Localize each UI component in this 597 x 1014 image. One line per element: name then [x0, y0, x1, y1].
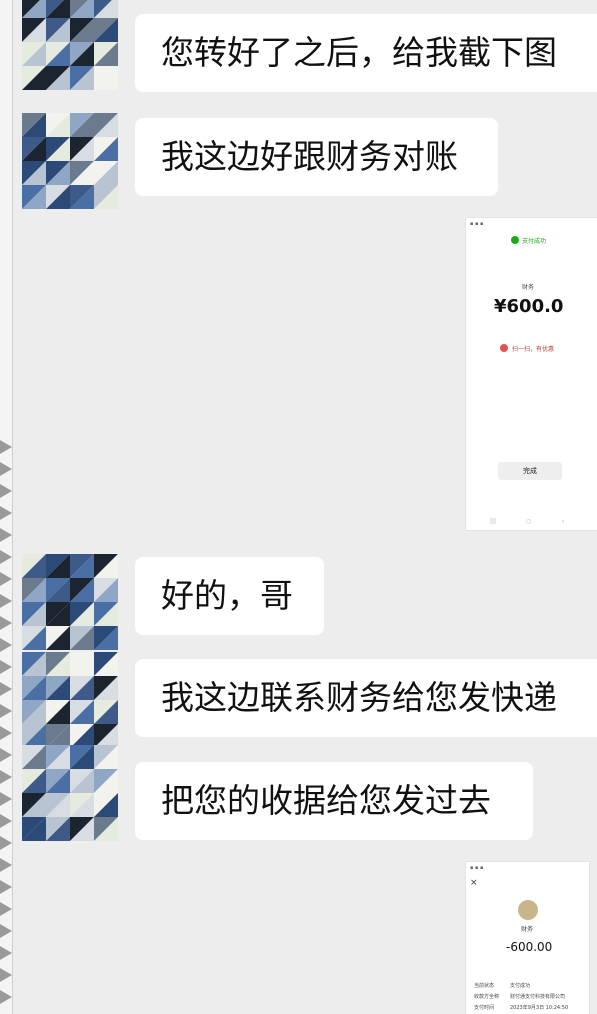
avatar[interactable]	[22, 554, 118, 650]
payee-name: 财务	[522, 284, 535, 291]
row-label: 支付时间	[474, 1005, 495, 1011]
row-label: 当前状态	[474, 983, 495, 989]
torn-edge-tooth	[0, 880, 12, 894]
torn-edge-tooth	[0, 792, 12, 806]
message-text: 我这边好跟财务对账	[161, 137, 458, 176]
mosaic-avatar-icon	[22, 652, 118, 748]
bill-amount: -600.00	[506, 940, 553, 954]
payee-name: 财务	[521, 926, 534, 933]
close-icon[interactable]: ×	[470, 878, 478, 888]
message-text: 我这边联系财务给您发快递	[161, 678, 557, 717]
torn-edge-tooth	[0, 462, 12, 476]
torn-edge-tooth	[0, 440, 12, 454]
message-text: 您转好了之后，给我截下图	[161, 33, 557, 72]
torn-edge-tooth	[0, 968, 12, 982]
check-circle-icon	[511, 236, 519, 244]
promo-text: 扫一扫，有优惠	[512, 346, 555, 353]
row-value: 财付通支付科技有限公司	[510, 994, 566, 1000]
row-label: 收款方全称	[474, 994, 500, 1000]
torn-edge-tooth	[0, 770, 12, 784]
torn-edge-tooth	[0, 704, 12, 718]
payment-status: 支付成功	[522, 238, 547, 245]
message-bubble[interactable]: 我这边联系财务给您发快递	[135, 659, 597, 737]
avatar[interactable]	[22, 113, 118, 209]
mosaic-avatar-icon	[22, 0, 118, 90]
torn-edge-tooth	[0, 726, 12, 740]
mosaic-avatar-icon	[22, 745, 118, 841]
row-value: 支付成功	[510, 983, 531, 989]
done-button[interactable]: 完成	[498, 462, 562, 480]
torn-edge-tooth	[0, 660, 12, 674]
torn-edge-tooth	[0, 748, 12, 762]
torn-edge-tooth	[0, 594, 12, 608]
avatar[interactable]	[22, 745, 118, 841]
torn-edge-tooth	[0, 528, 12, 542]
row-value: 2023年9月3日 10:24:50	[510, 1005, 569, 1011]
message-bubble[interactable]: 您转好了之后，给我截下图	[135, 14, 597, 92]
torn-edge-tooth	[0, 924, 12, 938]
payment-screenshot[interactable]: ▪ ▪ ▪ 支付成功 财务 ¥600.0 扫一扫，有优惠 完成 ||| ○ ‹	[466, 218, 597, 530]
torn-edge-tooth	[0, 682, 12, 696]
mosaic-avatar-icon	[22, 113, 118, 209]
torn-edge-tooth	[0, 638, 12, 652]
torn-edge-tooth	[0, 836, 12, 850]
message-bubble[interactable]: 我这边好跟财务对账	[135, 118, 498, 196]
torn-edge-tooth	[0, 902, 12, 916]
avatar[interactable]	[22, 652, 118, 748]
torn-edge-tooth	[0, 858, 12, 872]
torn-edge-tooth	[0, 814, 12, 828]
torn-edge-tooth	[0, 484, 12, 498]
message-bubble[interactable]: 把您的收据给您发过去	[135, 762, 533, 840]
torn-edge-tooth	[0, 572, 12, 586]
mosaic-avatar-icon	[22, 554, 118, 650]
avatar[interactable]	[22, 0, 118, 90]
torn-edge-tooth	[0, 946, 12, 960]
avatar	[518, 900, 538, 920]
payment-amount: ¥600.0	[494, 296, 564, 317]
promo-icon	[500, 344, 508, 352]
torn-edge-tooth	[0, 616, 12, 630]
torn-edge-tooth	[0, 550, 12, 564]
torn-edge-tooth	[0, 990, 12, 1004]
message-text: 好的，哥	[161, 576, 293, 615]
message-text: 把您的收据给您发过去	[161, 781, 491, 820]
torn-edge-tooth	[0, 506, 12, 520]
bill-detail-screenshot[interactable]: ▪ ▪ ▪ × 财务 -600.00 当前状态 支付成功 收款方全称 财付通支付…	[466, 862, 589, 1014]
message-bubble[interactable]: 好的，哥	[135, 557, 324, 635]
